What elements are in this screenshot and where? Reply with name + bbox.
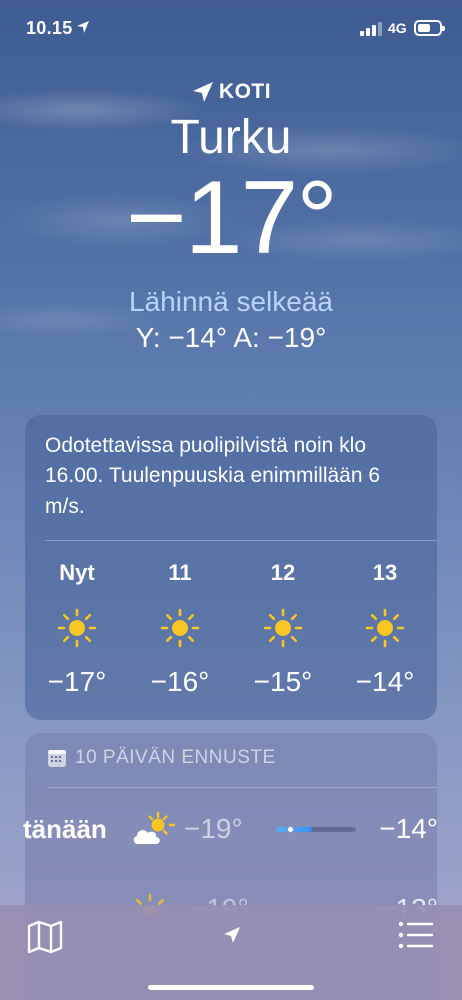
hour-item: 13 −14° [335, 560, 435, 698]
hour-label: 13 [372, 560, 398, 585]
location-arrow-icon[interactable] [222, 925, 242, 945]
hour-label: Nyt [59, 560, 95, 585]
day-high-temp: −14° [379, 813, 438, 844]
network-type: 4G [388, 20, 407, 36]
hour-item: 11 −16° [130, 560, 230, 698]
hour-item: Nyt −17° [27, 560, 127, 698]
sun-icon [160, 608, 200, 648]
hour-temperature: −15° [253, 666, 313, 697]
current-temperature-dot [287, 826, 294, 833]
hour-label: 11 [168, 560, 192, 585]
day-row[interactable]: tänään −19° −14° [0, 808, 462, 852]
city-name: Turku [170, 111, 292, 164]
hour-temperature: −17° [47, 666, 107, 697]
sun-icon [365, 608, 405, 648]
map-icon[interactable] [27, 920, 63, 954]
current-temperature: −17° [125, 160, 338, 276]
list-icon[interactable] [398, 920, 434, 950]
hourly-forecast-card[interactable]: Odotettavissa puolipilvistä noin klo 16.… [25, 415, 437, 720]
location-label: KOTI [218, 80, 272, 103]
daily-forecast-header: 10 PÄIVÄN ENNUSTE [47, 747, 276, 769]
forecast-summary: Odotettavissa puolipilvistä noin klo 16.… [45, 434, 381, 518]
divider [47, 787, 437, 788]
day-low-temp: −19° [184, 813, 243, 844]
divider [45, 540, 437, 541]
calendar-icon [48, 750, 66, 767]
hour-item: 12 −15° [233, 560, 333, 698]
day-name: tänään [23, 814, 107, 844]
temperature-range-fill [276, 827, 312, 832]
hour-temperature: −14° [355, 666, 415, 697]
daily-forecast-title: 10 PÄIVÄN ENNUSTE [75, 747, 276, 768]
hour-label: 12 [270, 560, 296, 585]
battery-icon [414, 20, 445, 36]
status-time: 10.15 [26, 18, 73, 38]
cellular-signal-icon [360, 22, 382, 36]
bottom-toolbar [0, 905, 462, 1000]
location-arrow-icon [192, 82, 213, 102]
partly-sunny-icon [133, 811, 176, 844]
sun-icon [57, 608, 97, 648]
location-header: KOTI [0, 80, 462, 104]
weather-condition: Lähinnä selkeää [129, 286, 333, 317]
hour-temperature: −16° [150, 666, 210, 697]
temperature-range-bar [276, 826, 356, 833]
home-indicator [148, 985, 314, 990]
high-low-temperature: Y: −14° A: −19° [135, 322, 327, 353]
location-services-icon [77, 21, 89, 33]
status-bar: 10.15 4G [0, 0, 462, 56]
sun-icon [263, 608, 303, 648]
